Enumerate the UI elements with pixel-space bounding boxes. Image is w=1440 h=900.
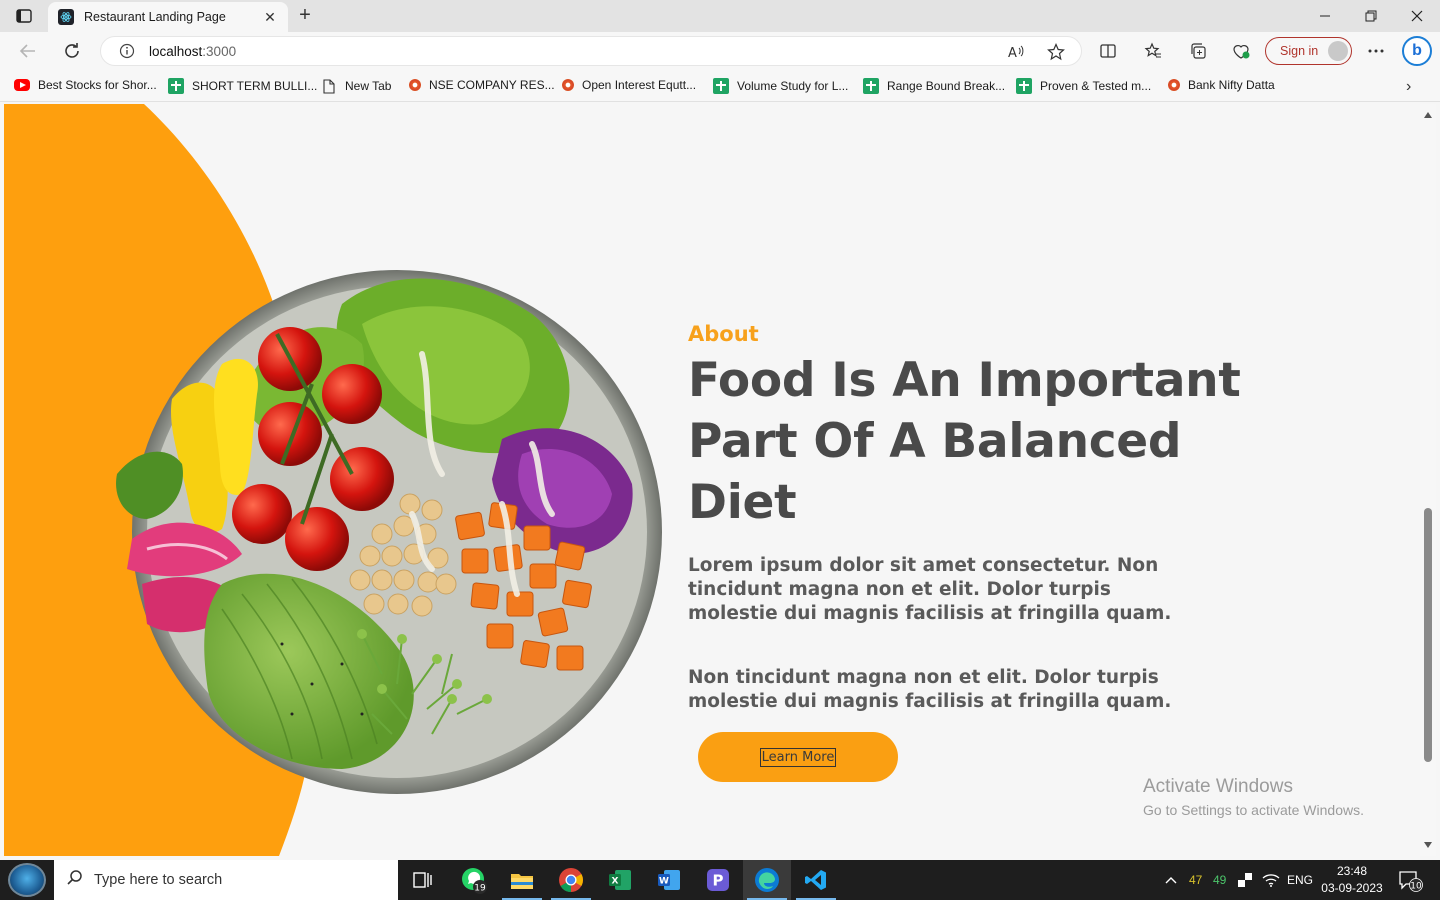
edge-icon[interactable]: [743, 860, 791, 900]
bookmarks-bar: Best Stocks for Shor... SHORT TERM BULLI…: [0, 70, 1440, 102]
notification-count: 10: [1410, 882, 1422, 892]
browser-toolbar: localhost:3000 A Sign in: [0, 32, 1440, 70]
svg-text:A: A: [1008, 46, 1017, 61]
start-button[interactable]: [8, 863, 46, 897]
notification-icon[interactable]: 10: [1398, 870, 1424, 897]
bookmark-item[interactable]: Volume Study for L...: [713, 78, 848, 94]
address-bar[interactable]: localhost:3000 A: [100, 36, 1082, 66]
copilot-icon[interactable]: b: [1402, 36, 1432, 66]
collections-icon[interactable]: [1186, 39, 1210, 63]
browser-essentials-icon[interactable]: [1229, 39, 1253, 63]
scroll-down-icon[interactable]: [1424, 842, 1432, 848]
sign-in-label: Sign in: [1280, 44, 1319, 58]
task-view-icon[interactable]: [398, 860, 446, 900]
bookmark-item[interactable]: Range Bound Break...: [863, 78, 1005, 94]
sheets-icon: [863, 78, 879, 94]
wifi-icon[interactable]: [1262, 860, 1280, 900]
chrome-icon[interactable]: [547, 860, 595, 900]
url-text: localhost:3000: [149, 44, 237, 59]
site-info-icon[interactable]: [119, 43, 135, 64]
bookmark-item[interactable]: NSE COMPANY RES...: [409, 78, 555, 92]
more-menu-icon[interactable]: [1364, 39, 1388, 63]
split-screen-icon[interactable]: [1096, 39, 1120, 63]
bookmark-item[interactable]: New Tab: [321, 78, 391, 94]
sheets-icon: [1016, 78, 1032, 94]
bookmark-item[interactable]: Proven & Tested m...: [1016, 78, 1151, 94]
tray-temp-1[interactable]: 47: [1189, 860, 1202, 900]
nse-icon: [409, 79, 421, 91]
svg-text:P: P: [713, 872, 724, 890]
bookmark-item[interactable]: Open Interest Equtt...: [562, 78, 696, 92]
taskbar-search[interactable]: Type here to search: [54, 860, 398, 900]
back-icon[interactable]: [16, 39, 40, 63]
browser-titlebar: Restaurant Landing Page ✕ +: [0, 0, 1440, 32]
app-p-icon[interactable]: P: [694, 860, 742, 900]
file-explorer-icon[interactable]: [498, 860, 546, 900]
bookmark-item[interactable]: SHORT TERM BULLI...: [168, 78, 317, 94]
tab-close-icon[interactable]: ✕: [262, 9, 278, 26]
search-icon: [66, 869, 84, 892]
whatsapp-badge: 19: [474, 884, 486, 894]
favorite-star-icon[interactable]: [1047, 43, 1065, 66]
tab-title: Restaurant Landing Page: [84, 10, 226, 24]
vertical-scrollbar[interactable]: [1420, 104, 1436, 856]
bookmark-item[interactable]: Best Stocks for Shor...: [14, 78, 157, 92]
language-indicator[interactable]: ENG: [1287, 860, 1313, 900]
tray-temp-2[interactable]: 49: [1213, 860, 1226, 900]
excel-icon[interactable]: X: [596, 860, 644, 900]
search-placeholder: Type here to search: [94, 872, 223, 888]
salad-bowl-image: [116, 270, 662, 794]
sheets-icon: [713, 78, 729, 94]
about-paragraph-1: Lorem ipsum dolor sit amet consectetur. …: [688, 555, 1172, 624]
vscode-icon[interactable]: [792, 860, 840, 900]
svg-text:W: W: [659, 877, 669, 887]
about-label: About: [688, 322, 759, 346]
word-icon[interactable]: W: [645, 860, 693, 900]
taskbar-clock[interactable]: 23:48 03-09-2023: [1318, 863, 1386, 897]
new-tab-icon[interactable]: +: [294, 4, 316, 26]
bookmark-item[interactable]: Bank Nifty Datta: [1168, 78, 1275, 92]
minimize-icon[interactable]: [1302, 0, 1348, 32]
about-paragraph-2: Non tincidunt magna non et elit. Dolor t…: [688, 667, 1172, 712]
show-hidden-icons[interactable]: [1164, 860, 1178, 900]
svg-text:X: X: [612, 877, 619, 887]
favorites-icon[interactable]: [1141, 39, 1165, 63]
window-close-icon[interactable]: [1394, 0, 1440, 32]
sheets-icon: [168, 78, 184, 94]
react-icon: [58, 9, 74, 25]
restore-icon[interactable]: [1348, 0, 1394, 32]
sign-in-button[interactable]: Sign in: [1265, 37, 1352, 65]
chevron-right-icon[interactable]: ›: [1406, 78, 1411, 96]
taskbar: Type here to search 19 X W P 47 49 ENG 2…: [0, 860, 1440, 900]
refresh-icon[interactable]: [60, 39, 84, 63]
page-title: Food Is An Important Part Of A Balanced …: [688, 353, 1241, 530]
nse-icon: [1168, 79, 1180, 91]
learn-more-button[interactable]: Learn More: [698, 732, 898, 782]
whatsapp-icon[interactable]: 19: [450, 860, 498, 900]
scroll-thumb[interactable]: [1424, 508, 1432, 762]
scroll-up-icon[interactable]: [1424, 112, 1432, 118]
page-viewport: About Food Is An Important Part Of A Bal…: [4, 104, 1419, 856]
nse-icon: [562, 79, 574, 91]
tab-actions-icon[interactable]: [8, 4, 40, 28]
learn-more-label: Learn More: [759, 747, 837, 767]
browser-tab[interactable]: Restaurant Landing Page ✕: [48, 2, 288, 32]
security-icon[interactable]: [1237, 860, 1253, 900]
page-icon: [321, 78, 337, 94]
activate-windows-watermark: Activate Windows Go to Settings to activ…: [1143, 776, 1364, 818]
avatar: [1328, 41, 1348, 61]
youtube-icon: [14, 79, 30, 91]
read-aloud-icon[interactable]: A: [1007, 43, 1025, 66]
